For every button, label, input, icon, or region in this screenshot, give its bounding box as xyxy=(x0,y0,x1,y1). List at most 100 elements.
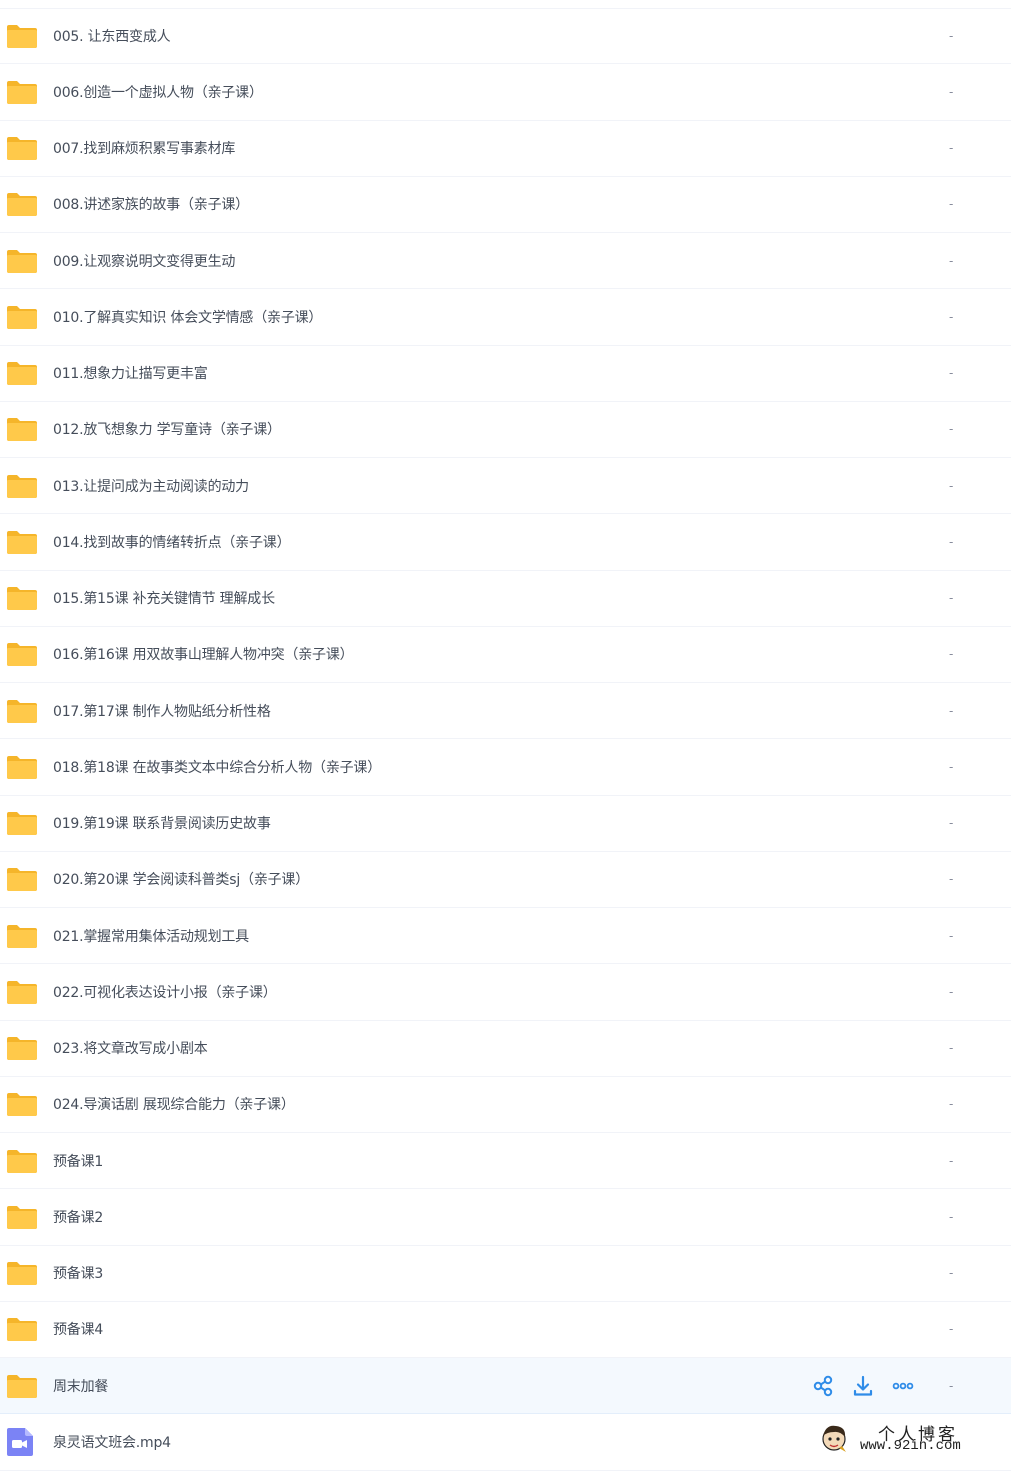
file-row[interactable]: 预备课3 - xyxy=(0,1245,1011,1302)
file-row[interactable]: 011.想象力让描写更丰富 - xyxy=(0,345,1011,402)
file-row[interactable]: 019.第19课 联系背景阅读历史故事 - xyxy=(0,795,1011,852)
folder-icon xyxy=(6,415,40,443)
file-size: - xyxy=(949,1041,954,1056)
file-size: - xyxy=(949,1209,954,1224)
file-size: - xyxy=(949,1153,954,1168)
file-name[interactable]: 024.导演话剧 展现综合能力（亲子课） xyxy=(53,1094,295,1114)
more-icon xyxy=(892,1382,914,1389)
watermark: 个人博客 www.92in.com xyxy=(818,1420,1003,1458)
folder-icon xyxy=(6,1034,40,1062)
download-button[interactable] xyxy=(852,1375,874,1397)
folder-icon xyxy=(6,809,40,837)
file-size: - xyxy=(949,84,954,99)
file-name[interactable]: 007.找到麻烦积累写事素材库 xyxy=(53,138,235,158)
file-row[interactable]: 007.找到麻烦积累写事素材库 - xyxy=(0,120,1011,177)
file-name[interactable]: 021.掌握常用集体活动规划工具 xyxy=(53,926,249,946)
download-icon xyxy=(853,1375,873,1396)
folder-icon xyxy=(6,1259,40,1287)
file-name[interactable]: 010.了解真实知识 体会文学情感（亲子课） xyxy=(53,307,322,327)
file-name[interactable]: 013.让提问成为主动阅读的动力 xyxy=(53,476,249,496)
file-row[interactable]: 013.让提问成为主动阅读的动力 - xyxy=(0,458,1011,515)
folder-icon xyxy=(6,922,40,950)
file-name[interactable]: 011.想象力让描写更丰富 xyxy=(53,363,208,383)
file-row[interactable]: 023.将文章改写成小剧本 - xyxy=(0,1020,1011,1077)
file-size: - xyxy=(949,478,954,493)
file-size: - xyxy=(949,1097,954,1112)
file-name[interactable]: 预备课4 xyxy=(53,1319,103,1339)
file-name[interactable]: 015.第15课 补充关键情节 理解成长 xyxy=(53,588,275,608)
file-row[interactable]: 024.导演话剧 展现综合能力（亲子课） - xyxy=(0,1076,1011,1133)
folder-icon xyxy=(6,584,40,612)
file-size: - xyxy=(949,1322,954,1337)
file-size: - xyxy=(949,1266,954,1281)
folder-icon xyxy=(6,22,40,50)
file-row[interactable]: 017.第17课 制作人物贴纸分析性格 - xyxy=(0,683,1011,740)
folder-icon xyxy=(6,697,40,725)
folder-icon xyxy=(6,1147,40,1175)
file-row[interactable]: 预备课1 - xyxy=(0,1133,1011,1190)
file-row[interactable]: 006.创造一个虚拟人物（亲子课） - xyxy=(0,64,1011,121)
share-button[interactable] xyxy=(812,1375,834,1397)
file-size: - xyxy=(949,591,954,606)
file-name[interactable]: 023.将文章改写成小剧本 xyxy=(53,1038,208,1058)
file-size: - xyxy=(949,253,954,268)
folder-icon xyxy=(6,1315,40,1343)
file-name[interactable]: 020.第20课 学会阅读科普类sj（亲子课） xyxy=(53,869,309,889)
file-name[interactable]: 022.可视化表达设计小报（亲子课） xyxy=(53,982,277,1002)
file-name[interactable]: 预备课1 xyxy=(53,1151,103,1171)
file-name[interactable]: 008.讲述家族的故事（亲子课） xyxy=(53,194,249,214)
folder-icon xyxy=(6,1090,40,1118)
file-name[interactable]: 预备课3 xyxy=(53,1263,103,1283)
folder-icon xyxy=(6,640,40,668)
file-row[interactable]: 预备课4 - xyxy=(0,1301,1011,1358)
file-size: - xyxy=(949,309,954,324)
file-name[interactable]: 019.第19课 联系背景阅读历史故事 xyxy=(53,813,271,833)
file-size: - xyxy=(949,197,954,212)
watermark-url: www.92in.com xyxy=(860,1438,961,1454)
file-row[interactable]: 009.让观察说明文变得更生动 - xyxy=(0,233,1011,290)
file-size: - xyxy=(949,872,954,887)
file-row[interactable]: 022.可视化表达设计小报（亲子课） - xyxy=(0,964,1011,1021)
folder-icon xyxy=(6,978,40,1006)
folder-icon xyxy=(6,78,40,106)
file-name[interactable]: 005. 让东西变成人 xyxy=(53,26,171,46)
file-row[interactable]: 014.找到故事的情绪转折点（亲子课） - xyxy=(0,514,1011,571)
file-row[interactable]: 016.第16课 用双故事山理解人物冲突（亲子课） - xyxy=(0,626,1011,683)
folder-icon xyxy=(6,1203,40,1231)
row-actions xyxy=(812,1375,914,1397)
file-name[interactable]: 014.找到故事的情绪转折点（亲子课） xyxy=(53,532,291,552)
file-row[interactable]: 020.第20课 学会阅读科普类sj（亲子课） - xyxy=(0,851,1011,908)
file-row[interactable]: 008.讲述家族的故事（亲子课） - xyxy=(0,176,1011,233)
folder-icon xyxy=(6,303,40,331)
file-row[interactable]: 015.第15课 补充关键情节 理解成长 - xyxy=(0,570,1011,627)
file-size: - xyxy=(949,1378,954,1393)
file-row[interactable]: 012.放飞想象力 学写童诗（亲子课） - xyxy=(0,401,1011,458)
file-name[interactable]: 009.让观察说明文变得更生动 xyxy=(53,251,235,271)
file-name[interactable]: 016.第16课 用双故事山理解人物冲突（亲子课） xyxy=(53,644,354,664)
file-size: - xyxy=(949,759,954,774)
file-size: - xyxy=(949,647,954,662)
share-icon xyxy=(813,1375,833,1396)
file-size: - xyxy=(949,816,954,831)
file-size: - xyxy=(949,928,954,943)
file-size: - xyxy=(949,534,954,549)
file-name[interactable]: 018.第18课 在故事类文本中综合分析人物（亲子课） xyxy=(53,757,381,777)
folder-icon xyxy=(6,753,40,781)
folder-icon xyxy=(6,359,40,387)
video-file-icon xyxy=(6,1427,40,1456)
file-name[interactable]: 泉灵语文班会.mp4 xyxy=(53,1432,171,1452)
file-row[interactable]: 周末加餐 - xyxy=(0,1358,1011,1415)
file-name[interactable]: 006.创造一个虚拟人物（亲子课） xyxy=(53,82,263,102)
file-size: - xyxy=(949,422,954,437)
file-row[interactable]: 010.了解真实知识 体会文学情感（亲子课） - xyxy=(0,289,1011,346)
file-name[interactable]: 预备课2 xyxy=(53,1207,103,1227)
file-row[interactable]: 018.第18课 在故事类文本中综合分析人物（亲子课） - xyxy=(0,739,1011,796)
more-button[interactable] xyxy=(892,1375,914,1397)
file-name[interactable]: 017.第17课 制作人物贴纸分析性格 xyxy=(53,701,271,721)
file-row[interactable]: 005. 让东西变成人 - xyxy=(0,8,1011,65)
file-name[interactable]: 012.放飞想象力 学写童诗（亲子课） xyxy=(53,419,281,439)
file-row[interactable]: 021.掌握常用集体活动规划工具 - xyxy=(0,908,1011,965)
folder-icon xyxy=(6,472,40,500)
file-row[interactable]: 预备课2 - xyxy=(0,1189,1011,1246)
file-name[interactable]: 周末加餐 xyxy=(53,1376,108,1396)
